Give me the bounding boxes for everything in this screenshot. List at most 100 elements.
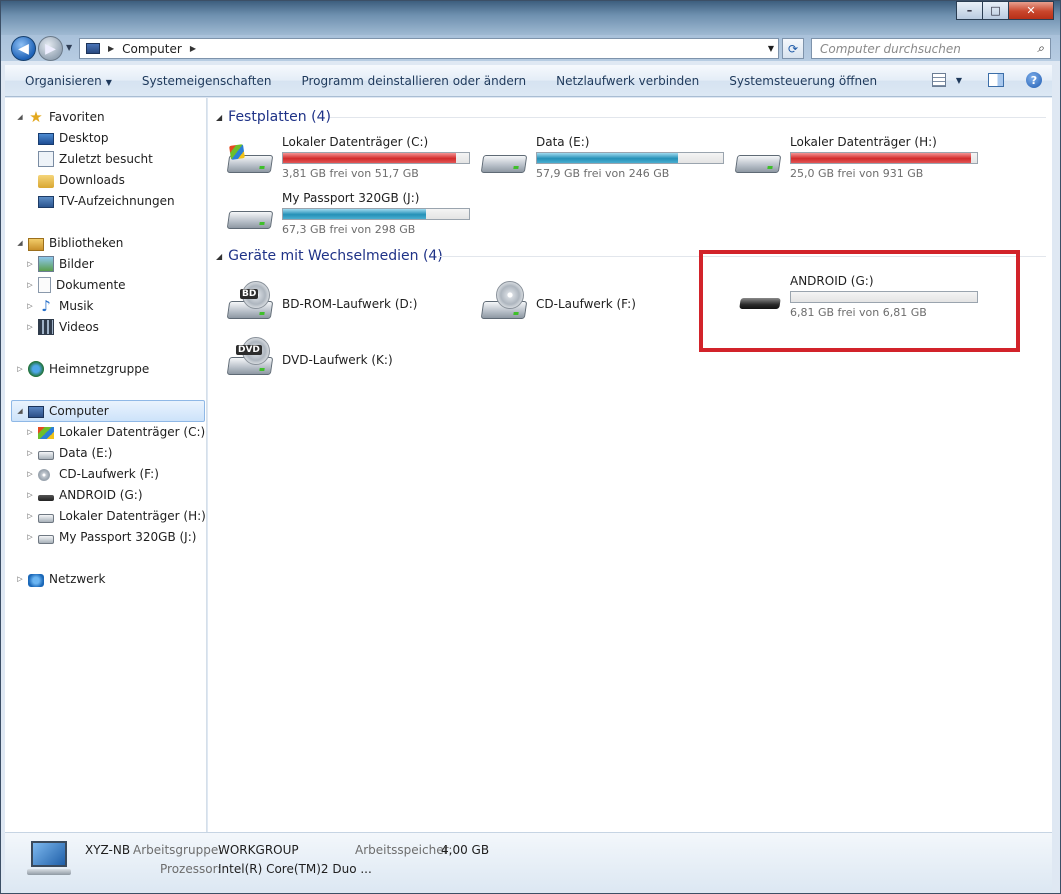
caption-buttons: – □ ✕ [956, 1, 1054, 20]
expanded-arrow-icon[interactable]: ◢ [15, 113, 25, 121]
hard-drive-icon [734, 147, 782, 177]
breadcrumb-separator-icon[interactable]: ▶ [108, 44, 114, 53]
address-dropdown-icon[interactable]: ▼ [768, 44, 774, 53]
drive-free-space: 25,0 GB frei von 931 GB [790, 167, 924, 180]
nav-item-downloads[interactable]: Downloads [25, 170, 125, 190]
nav-item-homegroup[interactable]: ▷ Heimnetzgruppe [15, 359, 149, 379]
collapsed-arrow-icon[interactable]: ▷ [25, 512, 35, 520]
nav-item-documents[interactable]: ▷ Dokumente [25, 275, 126, 295]
search-box[interactable]: ⌕ [811, 38, 1051, 59]
uninstall-program-button[interactable]: Programm deinstallieren oder ändern [286, 74, 541, 88]
drive-tile-c[interactable]: Lokaler Datenträger (C:) 3,81 GB frei vo… [226, 135, 476, 187]
expanded-arrow-icon[interactable]: ◢ [15, 407, 25, 415]
collapsed-arrow-icon[interactable]: ▷ [25, 302, 35, 310]
drive-tile-k[interactable]: DVD DVD-Laufwerk (K:) [226, 337, 476, 389]
search-icon[interactable]: ⌕ [1037, 41, 1044, 56]
nav-item-drive-f[interactable]: ▷ CD-Laufwerk (F:) [25, 464, 159, 484]
nav-item-drive-h[interactable]: ▷ Lokaler Datenträger (H:) [25, 506, 206, 526]
nav-item-drive-j[interactable]: ▷ My Passport 320GB (J:) [25, 527, 196, 547]
group-divider [330, 117, 1046, 118]
view-dropdown-icon[interactable]: ▼ [956, 76, 962, 85]
nav-item-drive-g[interactable]: ▷ ANDROID (G:) [25, 485, 142, 505]
processor-label: Prozessor: [160, 862, 222, 876]
minimize-button[interactable]: – [956, 1, 983, 20]
drive-tile-f[interactable]: CD-Laufwerk (F:) [480, 281, 730, 333]
help-icon[interactable]: ? [1026, 72, 1042, 88]
collapsed-arrow-icon[interactable]: ▷ [15, 575, 25, 583]
nav-label: Dokumente [56, 278, 126, 292]
map-network-drive-button[interactable]: Netzlaufwerk verbinden [541, 74, 714, 88]
collapsed-arrow-icon[interactable]: ▷ [15, 365, 25, 373]
collapsed-arrow-icon[interactable]: ▷ [25, 428, 35, 436]
memory-value: 4,00 GB [441, 843, 490, 857]
group-title: Geräte mit Wechselmedien (4) [228, 248, 443, 264]
nav-item-pictures[interactable]: ▷ Bilder [25, 254, 94, 274]
collapsed-arrow-icon[interactable]: ▷ [25, 470, 35, 478]
nav-item-libraries[interactable]: ◢ Bibliotheken [15, 233, 123, 253]
back-button[interactable]: ◀ [11, 36, 36, 61]
nav-item-favorites[interactable]: ◢ ★ Favoriten [15, 107, 105, 127]
nav-label: My Passport 320GB (J:) [59, 530, 197, 544]
music-icon: ♪ [41, 297, 51, 315]
collapsed-arrow-icon[interactable]: ▷ [25, 491, 35, 499]
nav-item-drive-c[interactable]: ▷ Lokaler Datenträger (C:) [25, 422, 205, 442]
nav-item-recent[interactable]: Zuletzt besucht [25, 149, 153, 169]
maximize-button[interactable]: □ [982, 1, 1009, 20]
change-view-icon[interactable] [931, 73, 946, 87]
system-properties-button[interactable]: Systemeigenschaften [127, 74, 287, 88]
group-header-hard-disks[interactable]: ◢ Festplatten (4) [216, 107, 331, 127]
forward-button[interactable]: ▶ [38, 36, 63, 61]
nav-label: Videos [59, 320, 99, 334]
drive-tile-j[interactable]: My Passport 320GB (J:) 67,3 GB frei von … [226, 191, 476, 243]
hard-drive-icon [38, 514, 54, 523]
recent-pages-dropdown-icon[interactable]: ▼ [66, 43, 72, 52]
nav-label: Lokaler Datenträger (H:) [59, 509, 206, 523]
collapsed-arrow-icon[interactable]: ▷ [25, 449, 35, 457]
nav-label: TV-Aufzeichnungen [59, 194, 175, 208]
capacity-bar [282, 152, 470, 164]
group-header-removable[interactable]: ◢ Geräte mit Wechselmedien (4) [216, 246, 443, 266]
nav-label: Heimnetzgruppe [49, 362, 150, 376]
cd-drive-icon [480, 281, 528, 323]
close-button[interactable]: ✕ [1008, 1, 1054, 20]
drive-tile-e[interactable]: Data (E:) 57,9 GB frei von 246 GB [480, 135, 730, 187]
nav-item-network[interactable]: ▷ Netzwerk [15, 569, 105, 589]
preview-pane-icon[interactable] [988, 73, 1004, 87]
breadcrumb-chevron-icon[interactable]: ▶ [190, 44, 196, 53]
capacity-fill [537, 153, 679, 163]
refresh-button[interactable]: ⟳ [782, 38, 804, 59]
nav-label: Bilder [59, 257, 94, 271]
command-bar: Organisieren ▼ Systemeigenschaften Progra… [5, 65, 1052, 97]
collapse-group-icon[interactable]: ◢ [216, 252, 222, 261]
nav-item-music[interactable]: ▷ ♪ Musik [25, 296, 93, 316]
capacity-fill [283, 153, 456, 163]
nav-item-videos[interactable]: ▷ Videos [25, 317, 99, 337]
breadcrumb-computer[interactable]: Computer [122, 42, 182, 56]
dvd-drive-icon: DVD [226, 337, 274, 379]
collapsed-arrow-icon[interactable]: ▷ [25, 281, 35, 289]
collapsed-arrow-icon[interactable]: ▷ [25, 323, 35, 331]
expanded-arrow-icon[interactable]: ◢ [15, 239, 25, 247]
collapsed-arrow-icon[interactable]: ▷ [25, 533, 35, 541]
nav-item-desktop[interactable]: Desktop [25, 128, 109, 148]
open-control-panel-button[interactable]: Systemsteuerung öffnen [714, 74, 892, 88]
capacity-bar [536, 152, 724, 164]
search-input[interactable] [820, 41, 1020, 56]
drive-name: DVD-Laufwerk (K:) [282, 353, 393, 367]
nav-item-drive-e[interactable]: ▷ Data (E:) [25, 443, 112, 463]
collapse-group-icon[interactable]: ◢ [216, 113, 222, 122]
address-bar[interactable]: ▶ Computer ▶ ▼ [79, 38, 779, 59]
drive-tile-d[interactable]: BD BD-ROM-Laufwerk (D:) [226, 281, 476, 333]
navigation-pane: ◢ ★ Favoriten Desktop Zuletzt besucht Down… [5, 98, 207, 832]
workgroup-label: Arbeitsgruppe: [133, 843, 223, 857]
nav-item-computer[interactable]: ◢ Computer [11, 400, 205, 422]
nav-item-tv-recordings[interactable]: TV-Aufzeichnungen [25, 191, 175, 211]
drive-free-space: 57,9 GB frei von 246 GB [536, 167, 670, 180]
organize-button[interactable]: Organisieren ▼ [5, 74, 127, 88]
library-icon [28, 237, 44, 251]
nav-label: Favoriten [49, 110, 105, 124]
collapsed-arrow-icon[interactable]: ▷ [25, 260, 35, 268]
windows-drive-icon [38, 427, 54, 439]
desktop-icon [38, 133, 54, 145]
drive-tile-h[interactable]: Lokaler Datenträger (H:) 25,0 GB frei vo… [734, 135, 984, 187]
